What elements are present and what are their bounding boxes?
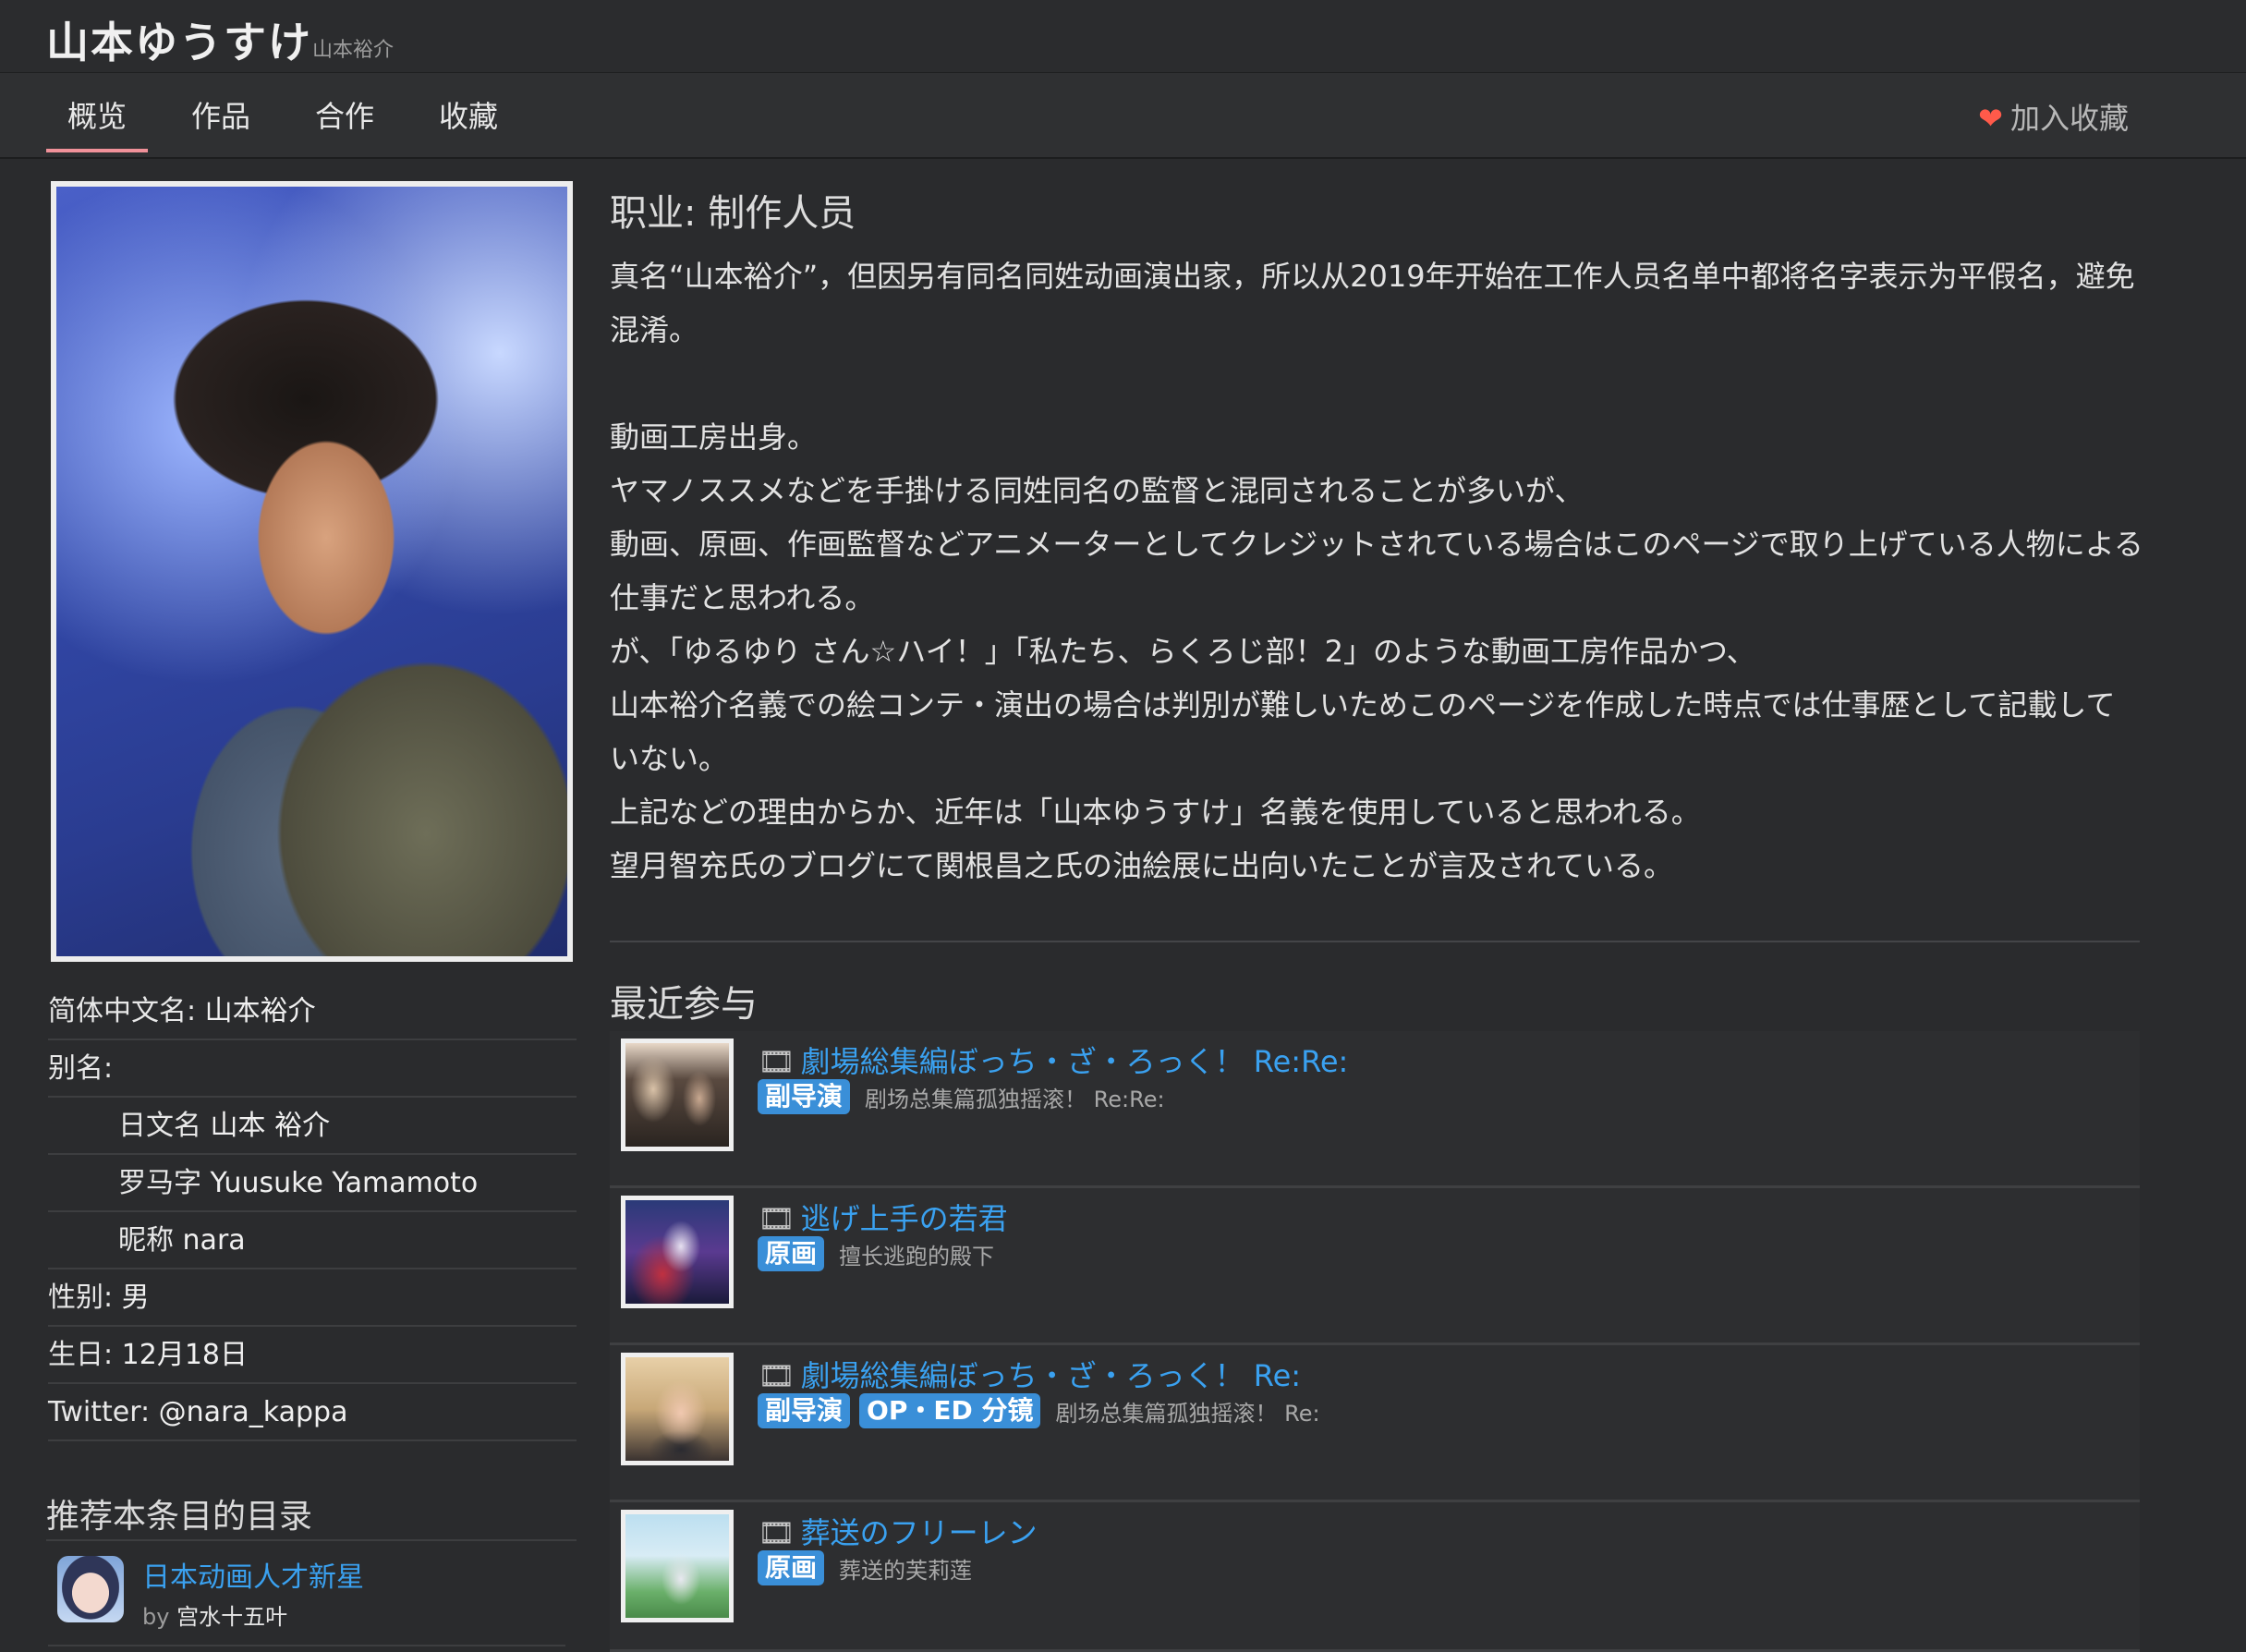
info-value: nara [182,1224,246,1257]
info-key: 罗马字 [118,1167,211,1199]
info-key: 性别: [48,1282,122,1314]
work-thumbnail[interactable] [621,1039,734,1151]
work-chinese-title: 剧场总集篇孤独摇滚！ Re: [1055,1400,1320,1427]
info-key: Twitter: [48,1396,159,1428]
recommend-section-title: 推荐本条目的目录 [46,1489,577,1541]
work-roles: 原画 擅长逃跑的殿下 [758,1236,994,1271]
info-key: 日文名 [118,1110,211,1142]
tab-collaborations[interactable]: 合作 [303,93,386,152]
info-row: 性别: 男 [48,1269,577,1327]
bio-paragraph: ヤマノススメなどを手掛ける同姓同名の監督と混同されることが多いが、 [610,473,1584,508]
work-roles: 副导演 剧场总集篇孤独摇滚！ Re:Re: [758,1079,1165,1114]
bio-paragraph: 上記などの理由からか、近年は「山本ゆうすけ」名義を使用していると思われる。 [610,795,1701,830]
page-subtitle: 山本裕介 [312,39,395,62]
profile-photo[interactable] [51,181,573,962]
info-value: 男 [121,1282,150,1314]
work-chinese-title: 擅长逃跑的殿下 [839,1243,995,1269]
role-badge: 副导演 [758,1393,851,1428]
role-badge: OP・ED 分镜 [859,1393,1041,1428]
film-icon: 🎞 [758,1044,795,1079]
work-title-link[interactable]: 🎞 逃げ上手の若君 [758,1196,1008,1238]
job-title: 职业: 制作人员 [610,192,856,235]
work-title-link[interactable]: 🎞 劇場総集編ぼっち・ざ・ろっく！ Re:Re: [758,1039,1348,1081]
info-row: 别名: [48,1040,577,1098]
work-chinese-title: 剧场总集篇孤独摇滚！ Re:Re: [865,1086,1165,1112]
work-thumbnail[interactable] [621,1353,734,1465]
info-key: 别名: [48,1052,114,1085]
bio-paragraph [610,357,2143,410]
work-title-text: 劇場総集編ぼっち・ざ・ろっく！ Re:Re: [800,1044,1349,1079]
work-thumbnail[interactable] [621,1510,734,1622]
info-value: 12月18日 [121,1339,249,1371]
role-badge: 原画 [758,1550,825,1585]
info-value: 山本裕介 [204,995,316,1027]
info-row: 罗马字 Yuusuke Yamamoto [48,1155,577,1212]
work-item: 🎞 劇場総集編ぼっち・ざ・ろっく！ Re: 副导演 OP・ED 分镜 剧场总集篇孤独摇滚… [610,1345,2140,1502]
info-row: 昵称 nara [48,1212,577,1269]
info-row: 生日: 12月18日 [48,1327,577,1384]
catalog-link[interactable]: 日本动画人才新星 [142,1554,364,1595]
work-title-text: 逃げ上手の若君 [800,1201,1008,1236]
info-row: 日文名 山本 裕介 [48,1098,577,1155]
bio-paragraph: 動画工房出身。 [610,419,818,455]
biography: 真名“山本裕介”，但因另有同名同姓动画演出家，所以从2019年开始在工作人员名单… [610,249,2143,893]
catalog-avatar[interactable] [57,1556,124,1622]
page-header: 山本ゆうすけ 山本裕介 [0,0,2246,73]
recommend-item: 日本动画人才新星 by 宫水十五叶 [48,1545,565,1646]
bio-paragraph: 真名“山本裕介”，但因另有同名同姓动画演出家，所以从2019年开始在工作人员名单… [610,259,2135,347]
film-icon: 🎞 [758,1201,795,1236]
work-item: 🎞 逃げ上手の若君 原画 擅长逃跑的殿下 [610,1188,2140,1345]
info-value: @nara_kappa [158,1396,348,1428]
role-badge: 原画 [758,1236,825,1271]
info-row: Twitter: @nara_kappa [48,1384,577,1441]
bio-paragraph: 動画、原画、作画監督などアニメーターとしてクレジットされている場合はこのページで… [610,527,2143,615]
bio-paragraph: 山本裕介名義での絵コンテ・演出の場合は判別が難しいためこのページを作成した時点で… [610,687,2116,776]
nav-bar: 概览 作品 合作 收藏 ❤ 加入收藏 [0,73,2246,159]
work-title-link[interactable]: 🎞 劇場総集編ぼっち・ざ・ろっく！ Re: [758,1353,1301,1395]
bio-paragraph: が、「ゆるゆり さん☆ハイ！」「私たち、らくろじ部！2」のような動画工房作品かつ… [610,634,1756,669]
tab-works[interactable]: 作品 [179,93,262,152]
info-key: 昵称 [118,1224,183,1257]
film-icon: 🎞 [758,1515,795,1550]
work-title-text: 葬送のフリーレン [800,1515,1038,1550]
work-roles: 原画 葬送的芙莉莲 [758,1550,972,1585]
info-key: 简体中文名: [48,995,205,1027]
tab-overview[interactable]: 概览 [46,93,148,152]
work-thumbnail[interactable] [621,1196,734,1308]
info-key: 生日: [48,1339,122,1371]
info-value: Yuusuke Yamamoto [210,1167,479,1199]
work-chinese-title: 葬送的芙莉莲 [839,1557,973,1584]
info-row: 简体中文名: 山本裕介 [48,983,577,1040]
bio-paragraph: 望月智充氏のブログにて関根昌之氏の油絵展に出向いたことが言及されている。 [610,848,1674,883]
catalog-author-link[interactable]: 宫水十五叶 [176,1604,287,1630]
work-roles: 副导演 OP・ED 分镜 剧场总集篇孤独摇滚！ Re: [758,1393,1320,1428]
info-value: 山本 裕介 [210,1110,331,1142]
film-icon: 🎞 [758,1358,795,1393]
work-item: 🎞 劇場総集編ぼっち・ざ・ろっく！ Re:Re: 副导演 剧场总集篇孤独摇滚！ Re:… [610,1031,2140,1188]
recent-section-title: 最近参与 [610,983,758,1026]
work-title-link[interactable]: 🎞 葬送のフリーレン [758,1510,1038,1552]
work-title-text: 劇場総集編ぼっち・ざ・ろっく！ Re: [800,1358,1302,1393]
add-favorite-button[interactable]: ❤ 加入收藏 [1978,95,2129,138]
tab-collections[interactable]: 收藏 [427,93,510,152]
role-badge: 副导演 [758,1079,851,1114]
page-title: 山本ゆうすけ [46,18,312,67]
section-divider [610,941,2140,942]
catalog-author: by 宫水十五叶 [142,1604,288,1630]
add-favorite-label: 加入收藏 [2009,101,2129,136]
heart-icon: ❤ [1978,101,2003,136]
work-item: 🎞 葬送のフリーレン 原画 葬送的芙莉莲 [610,1502,2140,1652]
